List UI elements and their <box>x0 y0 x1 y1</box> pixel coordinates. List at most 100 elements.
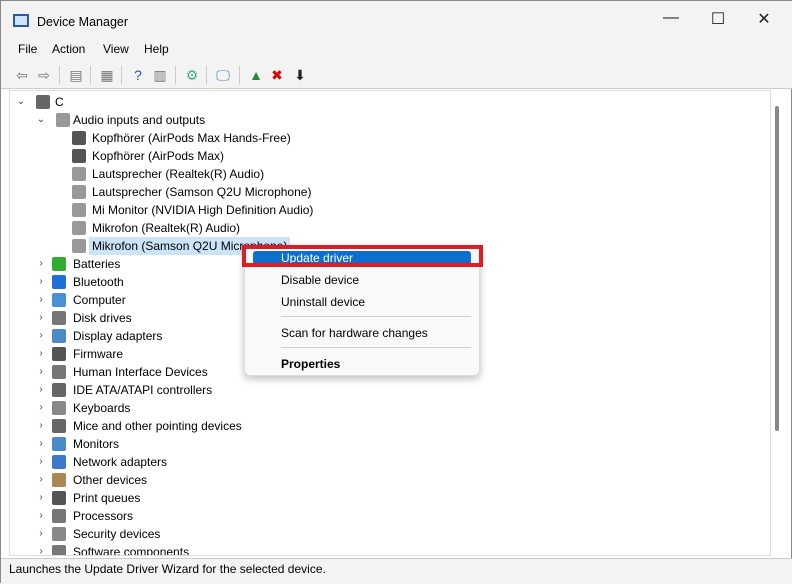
menu-action[interactable]: Action <box>52 42 85 56</box>
tree-item[interactable]: Mice and other pointing devices <box>70 417 245 435</box>
tree-item[interactable]: Bluetooth <box>70 273 127 291</box>
close-button[interactable]: ✕ <box>749 9 779 29</box>
tree-item[interactable]: Kopfhörer (AirPods Max) <box>89 147 227 165</box>
menu-bar: File Action View Help <box>1 39 792 61</box>
tree-item[interactable]: Print queues <box>70 489 143 507</box>
chevron-right-icon[interactable]: › <box>36 546 46 555</box>
tree-item[interactable]: Display adapters <box>70 327 165 345</box>
tree-item[interactable]: Network adapters <box>70 453 170 471</box>
toolbar-separator <box>206 66 207 84</box>
minimize-button[interactable]: — <box>656 9 686 27</box>
tree-item[interactable]: Lautsprecher (Realtek(R) Audio) <box>89 165 267 183</box>
toolbar-separator <box>239 66 240 84</box>
chevron-right-icon[interactable]: › <box>36 492 46 503</box>
tree-item[interactable]: Lautsprecher (Samson Q2U Microphone) <box>89 183 314 201</box>
tree-item[interactable]: C <box>52 93 67 111</box>
tree-item[interactable]: Computer <box>70 291 129 309</box>
back-arrow-icon[interactable]: ⇦ <box>13 66 31 84</box>
audio-device-icon <box>72 149 86 163</box>
scrollbar-thumb[interactable] <box>775 106 779 431</box>
category-icon <box>52 527 66 541</box>
menu-item-properties[interactable]: Properties <box>281 357 340 371</box>
tree-item[interactable]: Security devices <box>70 525 163 543</box>
category-icon <box>52 419 66 433</box>
toolbar-separator <box>90 66 91 84</box>
enable-device-icon[interactable]: ▲ <box>247 66 265 84</box>
tree-item[interactable]: Keyboards <box>70 399 133 417</box>
tree-item[interactable]: Firmware <box>70 345 126 363</box>
action-pane-icon[interactable]: ▥ <box>151 66 169 84</box>
chevron-down-icon[interactable]: ⌄ <box>16 96 26 107</box>
category-icon <box>52 311 66 325</box>
menu-item-uninstall-device[interactable]: Uninstall device <box>281 295 365 309</box>
update-driver-icon[interactable]: ⚙ <box>183 66 201 84</box>
chevron-right-icon[interactable]: › <box>36 438 46 449</box>
toolbar: ⇦ ⇨ ▤ ▦? ▥ ⚙ 🖵 ▲ ✖ ⬇ <box>1 61 792 89</box>
scan-hardware-icon[interactable]: 🖵 <box>214 66 232 84</box>
category-icon <box>52 437 66 451</box>
category-icon <box>52 329 66 343</box>
menu-file[interactable]: File <box>18 42 37 56</box>
toolbar-separator <box>121 66 122 84</box>
tree-item[interactable]: Batteries <box>70 255 123 273</box>
forward-arrow-icon[interactable]: ⇨ <box>35 66 53 84</box>
tree-item[interactable]: IDE ATA/ATAPI controllers <box>70 381 215 399</box>
tree-item[interactable]: Monitors <box>70 435 122 453</box>
audio-device-icon <box>72 239 86 253</box>
category-icon <box>52 401 66 415</box>
maximize-button[interactable]: ☐ <box>703 9 733 29</box>
chevron-right-icon[interactable]: › <box>36 258 46 269</box>
category-icon <box>52 383 66 397</box>
chevron-right-icon[interactable]: › <box>36 348 46 359</box>
tree-item[interactable]: Human Interface Devices <box>70 363 211 381</box>
toolbar-separator <box>175 66 176 84</box>
help-icon[interactable]: ? <box>129 66 147 84</box>
properties-icon[interactable]: ▦ <box>98 66 116 84</box>
chevron-right-icon[interactable]: › <box>36 510 46 521</box>
menu-item-scan-hardware[interactable]: Scan for hardware changes <box>281 326 428 340</box>
audio-device-icon <box>72 167 86 181</box>
tree-item[interactable]: Other devices <box>70 471 150 489</box>
audio-device-icon <box>72 203 86 217</box>
chevron-right-icon[interactable]: › <box>36 276 46 287</box>
chevron-right-icon[interactable]: › <box>36 420 46 431</box>
chevron-right-icon[interactable]: › <box>36 456 46 467</box>
menu-help[interactable]: Help <box>144 42 169 56</box>
show-hide-console-tree-icon[interactable]: ▤ <box>67 66 85 84</box>
chevron-right-icon[interactable]: › <box>36 384 46 395</box>
chevron-right-icon[interactable]: › <box>36 474 46 485</box>
chevron-right-icon[interactable]: › <box>36 528 46 539</box>
menu-divider <box>281 347 471 348</box>
tree-item[interactable]: Software components <box>70 543 192 555</box>
tree-item[interactable]: Mikrofon (Realtek(R) Audio) <box>89 219 243 237</box>
category-icon <box>52 455 66 469</box>
window-title: Device Manager <box>37 15 129 29</box>
chevron-right-icon[interactable]: › <box>36 312 46 323</box>
chevron-right-icon[interactable]: › <box>36 294 46 305</box>
chevron-right-icon[interactable]: › <box>36 402 46 413</box>
audio-device-icon <box>72 221 86 235</box>
status-text: Launches the Update Driver Wizard for th… <box>9 562 326 576</box>
title-bar: Device Manager — ☐ ✕ <box>1 1 792 39</box>
menu-view[interactable]: View <box>103 42 129 56</box>
category-icon <box>52 473 66 487</box>
tree-item[interactable]: Processors <box>70 507 136 525</box>
uninstall-icon[interactable]: ✖ <box>268 66 286 84</box>
tree-item[interactable]: Audio inputs and outputs <box>70 111 208 129</box>
tree-item[interactable]: Disk drives <box>70 309 135 327</box>
tree-item[interactable]: Mi Monitor (NVIDIA High Definition Audio… <box>89 201 316 219</box>
category-icon <box>52 347 66 361</box>
menu-item-disable-device[interactable]: Disable device <box>281 273 359 287</box>
chevron-right-icon[interactable]: › <box>36 330 46 341</box>
vertical-scrollbar[interactable] <box>771 90 783 556</box>
download-icon[interactable]: ⬇ <box>291 66 309 84</box>
category-icon <box>52 545 66 555</box>
chevron-right-icon[interactable]: › <box>36 366 46 377</box>
chevron-down-icon[interactable]: ⌄ <box>36 114 46 125</box>
audio-device-icon <box>72 185 86 199</box>
tree-item[interactable]: Kopfhörer (AirPods Max Hands-Free) <box>89 129 294 147</box>
device-manager-icon <box>13 14 29 27</box>
toolbar-separator <box>59 66 60 84</box>
category-icon <box>52 293 66 307</box>
category-icon <box>52 275 66 289</box>
